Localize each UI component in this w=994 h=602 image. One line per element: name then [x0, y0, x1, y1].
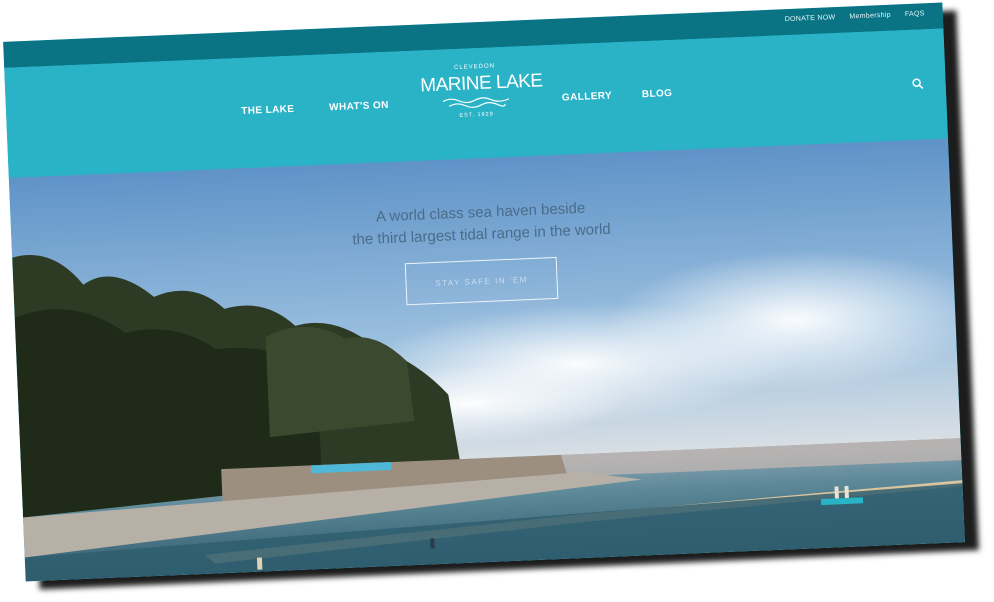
search-icon[interactable] [911, 77, 924, 90]
utility-links: DONATE NOW Membership FAQS [785, 10, 925, 23]
hero-cta-button[interactable]: STAY SAFE IN 'EM [404, 256, 559, 306]
nav-item-blog[interactable]: BLOG [642, 88, 673, 100]
donate-link[interactable]: DONATE NOW [785, 14, 836, 23]
membership-link[interactable]: Membership [849, 12, 891, 21]
nav-item-gallery[interactable]: GALLERY [562, 90, 613, 103]
page: DONATE NOW Membership FAQS THE LAKE WHAT… [0, 0, 994, 602]
website-screenshot: DONATE NOW Membership FAQS THE LAKE WHAT… [3, 2, 965, 582]
nav-item-the-lake[interactable]: THE LAKE [241, 104, 295, 117]
logo-bottom-text: EST. 1929 [459, 111, 494, 119]
hero-banner: A world class sea haven beside the third… [8, 138, 965, 582]
logo-main-text: MARINE LAKE [419, 70, 543, 97]
faqs-link[interactable]: FAQS [905, 10, 925, 18]
site-logo[interactable]: CLEVEDON MARINE LAKE EST. 1929 [419, 56, 543, 151]
nav-item-whats-on[interactable]: WHAT'S ON [329, 100, 389, 113]
waves-icon [442, 97, 510, 108]
